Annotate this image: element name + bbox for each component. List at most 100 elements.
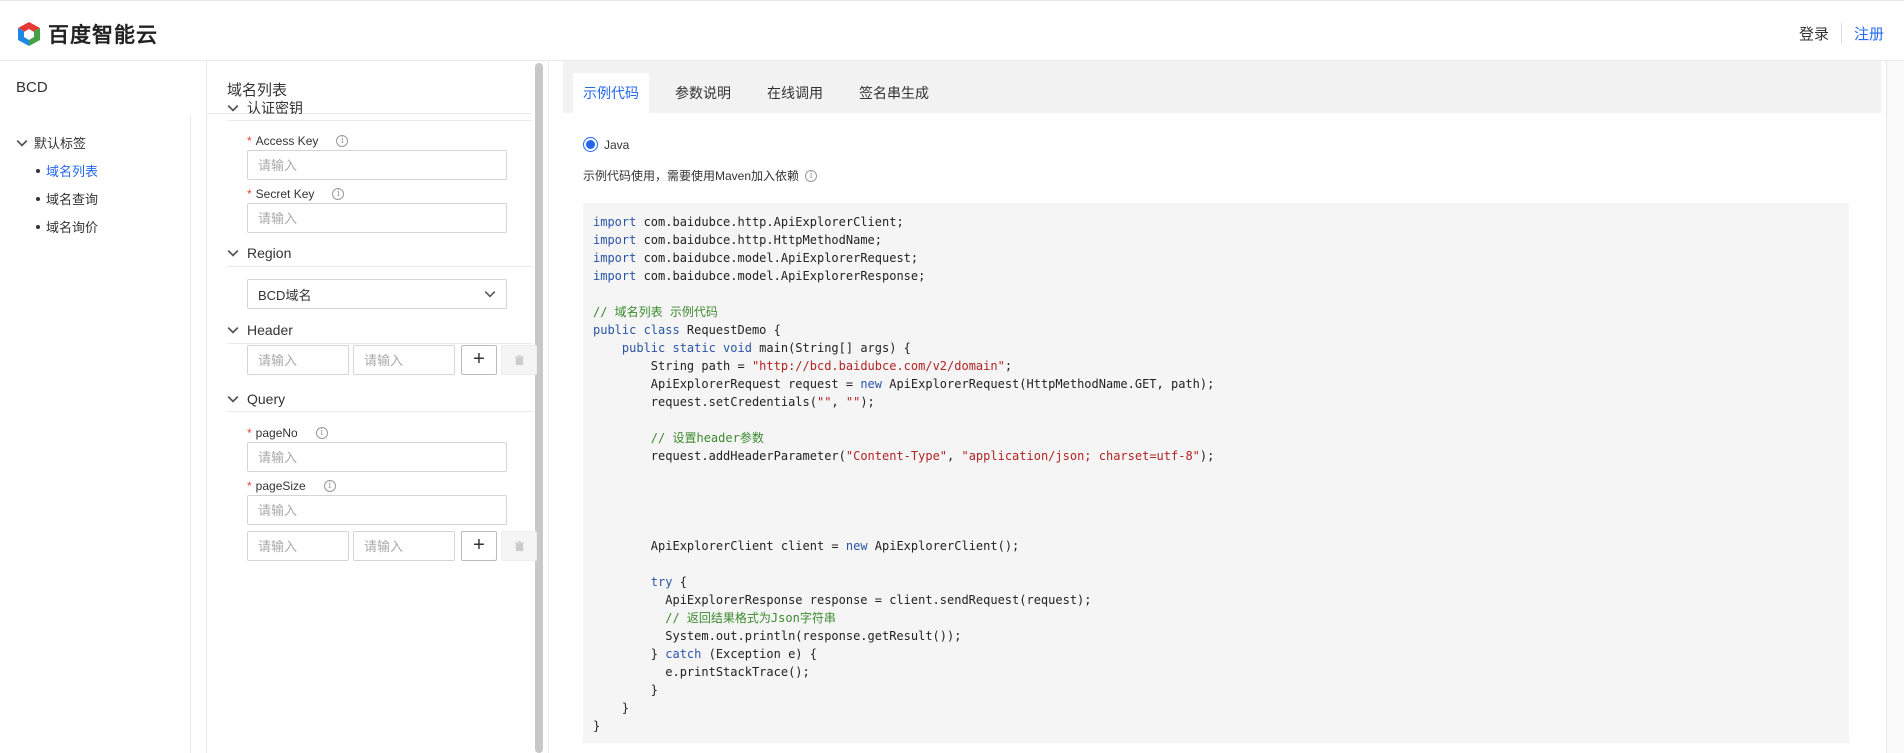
code-text: ; [1004, 359, 1013, 373]
code-text: com.baidubce.http.ApiExplorerClient; [636, 215, 904, 229]
brand-name: 百度智能云 [48, 24, 158, 47]
code-text: ApiExplorerClient(); [867, 539, 1020, 553]
query-key-input[interactable] [247, 531, 349, 561]
divider [227, 411, 532, 412]
region-select[interactable]: BCD域名 [247, 279, 507, 309]
language-option-java[interactable]: Java [583, 137, 629, 152]
service-title: BCD [16, 79, 48, 96]
divider [227, 120, 532, 121]
tab-signature[interactable]: 签名串生成 [849, 73, 939, 113]
code-block[interactable]: import com.baidubce.http.ApiExplorerClie… [583, 203, 1849, 743]
code-text: System.out.println(response.getResult())… [593, 629, 962, 643]
chevron-down-icon [227, 396, 239, 403]
page-size-label-text: pageSize [255, 479, 306, 493]
code-line: public class RequestDemo { [593, 321, 1839, 339]
code-text: RequestDemo { [679, 323, 781, 337]
sidebar-item-domain-list[interactable]: 域名列表 [36, 161, 98, 180]
code-text: ApiExplorerResponse response = client.se… [593, 593, 1092, 607]
code-text: ); [1199, 449, 1215, 463]
code-comment: // 域名列表 示例代码 [593, 305, 718, 319]
code-text: ApiExplorerRequest(HttpMethodName.GET, p… [882, 377, 1215, 391]
code-line: e.printStackTrace(); [593, 663, 1839, 681]
add-header-button[interactable]: + [461, 345, 497, 375]
code-text: request.addHeaderParameter( [593, 449, 846, 463]
code-string: "application/json; charset=utf-8" [961, 449, 1200, 463]
form-scrollbar[interactable] [535, 63, 543, 753]
code-line: // 返回结果格式为Json字符串 [593, 609, 1839, 627]
info-icon[interactable]: i [332, 188, 345, 200]
section-header-toggle[interactable]: Header [227, 322, 293, 338]
code-line: import com.baidubce.model.ApiExplorerReq… [593, 249, 1839, 267]
brand-logo[interactable]: 百度智能云 [16, 19, 158, 49]
auth-links: 登录 注册 [1799, 23, 1884, 44]
header-value-input[interactable] [353, 345, 455, 375]
code-line: request.addHeaderParameter("Content-Type… [593, 447, 1839, 465]
request-form-panel: 域名列表 认证密钥 * Access Key i * Secret Key i … [207, 61, 543, 753]
query-value-input[interactable] [353, 531, 455, 561]
code-line: ApiExplorerClient client = new ApiExplor… [593, 537, 1839, 555]
section-region-toggle[interactable]: Region [227, 245, 291, 261]
delete-header-button[interactable] [501, 345, 537, 375]
code-text: e.printStackTrace(); [593, 665, 810, 679]
code-line: } catch (Exception e) { [593, 645, 1839, 663]
divider [227, 343, 532, 344]
nav-group-default[interactable]: 默认标签 [16, 133, 86, 152]
tab-sample-code[interactable]: 示例代码 [573, 73, 649, 113]
code-line: public static void main(String[] args) { [593, 339, 1839, 357]
api-nav-sidebar: BCD 默认标签 域名列表 域名查询 域名询价 [0, 61, 207, 753]
add-query-button[interactable]: + [461, 531, 497, 561]
code-keyword: import [593, 251, 637, 265]
code-line: import com.baidubce.http.HttpMethodName; [593, 231, 1839, 249]
delete-query-button[interactable] [501, 531, 537, 561]
chevron-down-icon [484, 291, 496, 298]
code-string: "" [816, 395, 832, 409]
login-link[interactable]: 登录 [1799, 23, 1842, 44]
page-no-input[interactable] [247, 442, 507, 472]
header-key-input[interactable] [247, 345, 349, 375]
sidebar-item-domain-query[interactable]: 域名查询 [36, 189, 98, 208]
access-key-input[interactable] [247, 150, 507, 180]
chevron-down-icon [16, 139, 28, 147]
code-line: import com.baidubce.http.ApiExplorerClie… [593, 213, 1839, 231]
tab-params[interactable]: 参数说明 [665, 73, 741, 113]
code-text: request.setCredentials( [593, 395, 817, 409]
code-description-text: 示例代码使用，需要使用Maven加入依赖 [583, 169, 800, 183]
access-key-label-text: Access Key [255, 134, 319, 148]
chevron-down-icon [227, 327, 239, 334]
required-mark: * [247, 479, 252, 493]
info-icon[interactable]: i [315, 427, 328, 439]
required-mark: * [247, 187, 252, 201]
sidebar-item-domain-price[interactable]: 域名询价 [36, 217, 98, 236]
code-string: "Content-Type" [845, 449, 948, 463]
info-icon[interactable]: i [336, 135, 349, 147]
section-query-toggle[interactable]: Query [227, 391, 285, 407]
code-text: (Exception e) { [701, 647, 817, 661]
info-icon[interactable]: i [805, 169, 818, 182]
code-text: com.baidubce.http.HttpMethodName; [636, 233, 882, 247]
main-panel: 示例代码 参数说明 在线调用 签名串生成 Java 示例代码使用，需要使用Mav… [548, 61, 1886, 753]
code-keyword: try [650, 575, 673, 589]
page-size-input[interactable] [247, 495, 507, 525]
top-header: 百度智能云 登录 注册 [0, 0, 1904, 61]
chevron-down-icon [227, 250, 239, 257]
secret-key-input[interactable] [247, 203, 507, 233]
info-icon[interactable]: i [323, 480, 336, 492]
tab-online-call[interactable]: 在线调用 [757, 73, 833, 113]
access-key-label: * Access Key i [247, 134, 349, 148]
code-line: request.setCredentials("", ""); [593, 393, 1839, 411]
form-title: 域名列表 [227, 82, 288, 99]
section-auth-toggle[interactable]: 认证密钥 [227, 98, 303, 118]
page-scrollbar[interactable] [1886, 61, 1904, 753]
code-line: // 设置header参数 [593, 429, 1839, 447]
code-string: "" [845, 395, 861, 409]
register-link[interactable]: 注册 [1842, 23, 1884, 44]
radio-button[interactable] [583, 137, 598, 152]
code-line: import com.baidubce.model.ApiExplorerRes… [593, 267, 1839, 285]
code-text: main(String[] args) { [751, 341, 911, 355]
